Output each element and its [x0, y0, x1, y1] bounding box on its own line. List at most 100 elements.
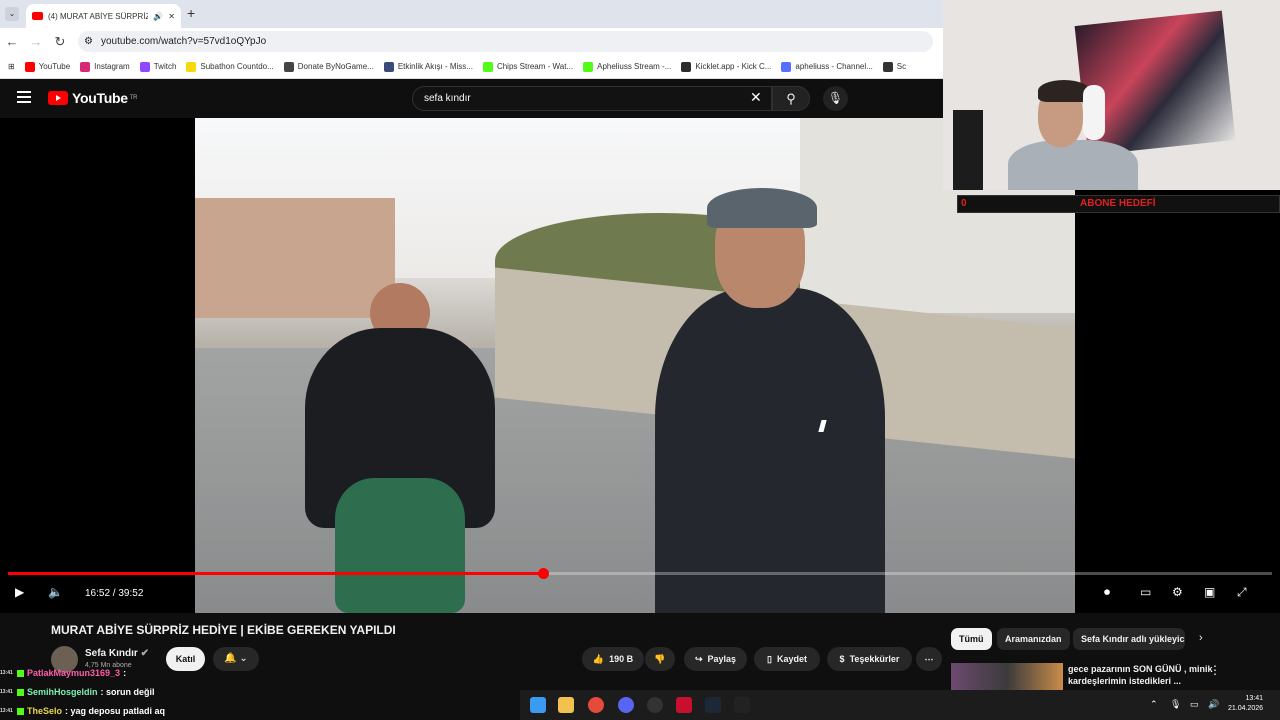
recommended-title[interactable]: gece pazarının SON GÜNÜ , minik kardeşle… — [1068, 663, 1218, 687]
scooter-rider — [275, 283, 505, 613]
discord-icon[interactable] — [618, 697, 634, 713]
chip-all[interactable]: Tümü — [951, 628, 992, 650]
youtube-play-icon — [48, 91, 68, 105]
goal-label: ABONE HEDEFİ — [1080, 198, 1156, 209]
fullscreen-icon[interactable]: ⤢ — [1237, 585, 1247, 600]
bookmark-item[interactable]: Apheliuss Stream -... — [583, 61, 671, 72]
tab-title: (4) MURAT ABİYE SÜRPRİZ H — [48, 11, 149, 21]
bookmark-item[interactable]: Chips Stream - Wat... — [482, 61, 573, 72]
audio-icon[interactable]: 🔊 — [153, 12, 163, 21]
chat-timestamp: 13:41 — [0, 670, 13, 676]
chat-timestamp: 13:41 — [0, 708, 13, 714]
thanks-button[interactable]: $ Teşekkürler — [827, 647, 912, 671]
share-button[interactable]: ↪ Paylaş — [684, 647, 747, 671]
recommendations: Tümü Aramanızdan Sefa Kındır adlı yükley… — [943, 613, 1280, 690]
streamer — [1003, 80, 1138, 190]
epic-games-icon[interactable] — [734, 697, 750, 713]
chip-uploader[interactable]: Sefa Kındır adlı yükleyici — [1073, 628, 1185, 650]
bookmarks-bar: ⊞ YouTube Instagram Twitch Subathon Countdo… — [0, 55, 943, 79]
progress-scrubber[interactable] — [537, 568, 549, 579]
url-text: youtube.com/watch?v=57vd1oQYpJo — [100, 36, 267, 47]
clear-search-icon[interactable]: ✕ — [750, 89, 762, 106]
file-explorer-icon[interactable] — [558, 697, 574, 713]
tab-close-icon[interactable]: ✕ — [168, 12, 175, 21]
chat-text: : — [123, 668, 127, 678]
bookmark-item[interactable]: Twitch — [139, 61, 176, 72]
play-icon[interactable]: ▶ — [15, 585, 24, 599]
bookmark-item[interactable]: Kicklet.app - Kick C... — [681, 61, 772, 72]
bookmark-label: Kicklet.app - Kick C... — [695, 62, 772, 71]
forward-icon[interactable]: → — [24, 34, 48, 49]
verified-icon: ✔ — [140, 648, 149, 659]
steam-icon[interactable] — [705, 697, 721, 713]
more-icon[interactable]: ⋮ — [1209, 663, 1221, 677]
youtube-logo[interactable]: YouTube TR — [48, 90, 137, 106]
video-frame[interactable] — [195, 118, 1075, 613]
bookmark-label: YouTube — [38, 62, 71, 71]
chat-message: 13:41 TheSelo: yag deposu patladi aq — [0, 706, 165, 716]
bookmark-favicon-icon — [283, 61, 294, 72]
chrome-icon[interactable] — [588, 697, 604, 713]
video-player[interactable]: ▶ 🔈 16:52 / 39:52 ⏺ ▭ ⚙ ▣ ⤢ — [0, 118, 1280, 613]
obs-icon[interactable] — [647, 697, 663, 713]
voicemeeter-icon[interactable] — [676, 697, 692, 713]
chat-text: : yag deposu patladi aq — [65, 706, 166, 716]
volume-icon[interactable]: 🔈 — [48, 585, 63, 599]
subtitles-icon[interactable]: ▭ — [1140, 585, 1151, 599]
recommended-thumbnail[interactable] — [951, 663, 1063, 690]
network-icon[interactable]: ▭ — [1190, 699, 1199, 710]
thumbs-up-icon: 👍 — [592, 653, 605, 664]
chat-message: 13:41 SemihHosgeldin: sorun değil — [0, 687, 155, 697]
voice-search-button[interactable]: 🎙 — [823, 86, 848, 111]
bookmark-item[interactable]: Sc — [882, 61, 906, 72]
bookmark-item[interactable]: YouTube — [24, 61, 71, 72]
browser-tab[interactable]: (4) MURAT ABİYE SÜRPRİZ H 🔊 ✕ — [26, 4, 181, 28]
reload-icon[interactable]: ↻ — [48, 34, 72, 50]
chip-from-search[interactable]: Aramanızdan — [997, 628, 1070, 650]
search-button[interactable]: ⚲ — [772, 86, 810, 111]
system-clock[interactable]: 13:41 21.04.2026 — [1228, 694, 1263, 714]
bookmark-favicon-icon — [882, 61, 893, 72]
site-info-icon[interactable]: ⚙ — [84, 36, 93, 47]
bookmark-item[interactable]: apheliuss - Channel... — [781, 61, 873, 72]
url-field[interactable]: ⚙ youtube.com/watch?v=57vd1oQYpJo — [78, 31, 933, 52]
chat-message: 13:41 PatlakMaymun3169_3: — [0, 668, 126, 678]
menu-icon[interactable] — [17, 91, 31, 103]
bookmark-item[interactable]: Subathon Countdo... — [186, 61, 274, 72]
save-button[interactable]: ▯ Kaydet — [754, 647, 820, 671]
bookmark-favicon-icon — [383, 61, 394, 72]
theater-mode-icon[interactable]: ▣ — [1204, 585, 1215, 599]
dislike-button[interactable]: 👎 — [645, 647, 675, 671]
chevron-right-icon[interactable]: › — [1199, 632, 1203, 644]
goal-count: 0 — [961, 198, 967, 209]
bookmark-label: Etkinlik Akışı - Miss... — [397, 62, 473, 71]
start-icon[interactable] — [530, 697, 546, 713]
like-button[interactable]: 👍 190 B — [582, 647, 644, 671]
bookmark-label: apheliuss - Channel... — [795, 62, 873, 71]
mic-tray-icon[interactable]: 🎙 — [1170, 699, 1181, 710]
autoplay-toggle[interactable]: ⏺ — [1104, 585, 1110, 600]
bookmark-favicon-icon — [139, 61, 150, 72]
chat-username: PatlakMaymun3169_3 — [27, 668, 121, 678]
bookmark-item[interactable]: Donate ByNoGame... — [283, 61, 374, 72]
bookmark-item[interactable]: Instagram — [80, 61, 130, 72]
tab-search-button[interactable]: ⌄ — [5, 7, 19, 21]
progress-bar[interactable] — [8, 568, 1272, 579]
settings-icon[interactable]: ⚙ — [1172, 585, 1183, 599]
channel-name[interactable]: Sefa Kındır ✔ — [85, 648, 149, 659]
speaker-icon[interactable]: 🔊 — [1208, 699, 1219, 710]
kick-badge-icon — [17, 688, 24, 696]
apps-icon[interactable]: ⊞ — [8, 62, 15, 71]
bookmark-item[interactable]: Etkinlik Akışı - Miss... — [383, 61, 473, 72]
subscriber-goal-bar: 0 ABONE HEDEFİ — [957, 195, 1280, 213]
back-icon[interactable]: ← — [0, 34, 24, 49]
search-input[interactable]: sefa kındır — [412, 86, 772, 111]
more-actions-button[interactable]: ⋯ — [916, 647, 942, 671]
chat-username: TheSelo — [27, 706, 63, 716]
super-thanks-icon: $ — [839, 654, 845, 664]
bell-icon: 🔔 — [224, 653, 237, 664]
new-tab-button[interactable]: + — [187, 5, 195, 21]
tray-chevron-icon[interactable]: ⌃ — [1150, 699, 1158, 710]
bookmark-favicon-icon — [186, 61, 197, 72]
chat-timestamp: 13:41 — [0, 689, 13, 695]
